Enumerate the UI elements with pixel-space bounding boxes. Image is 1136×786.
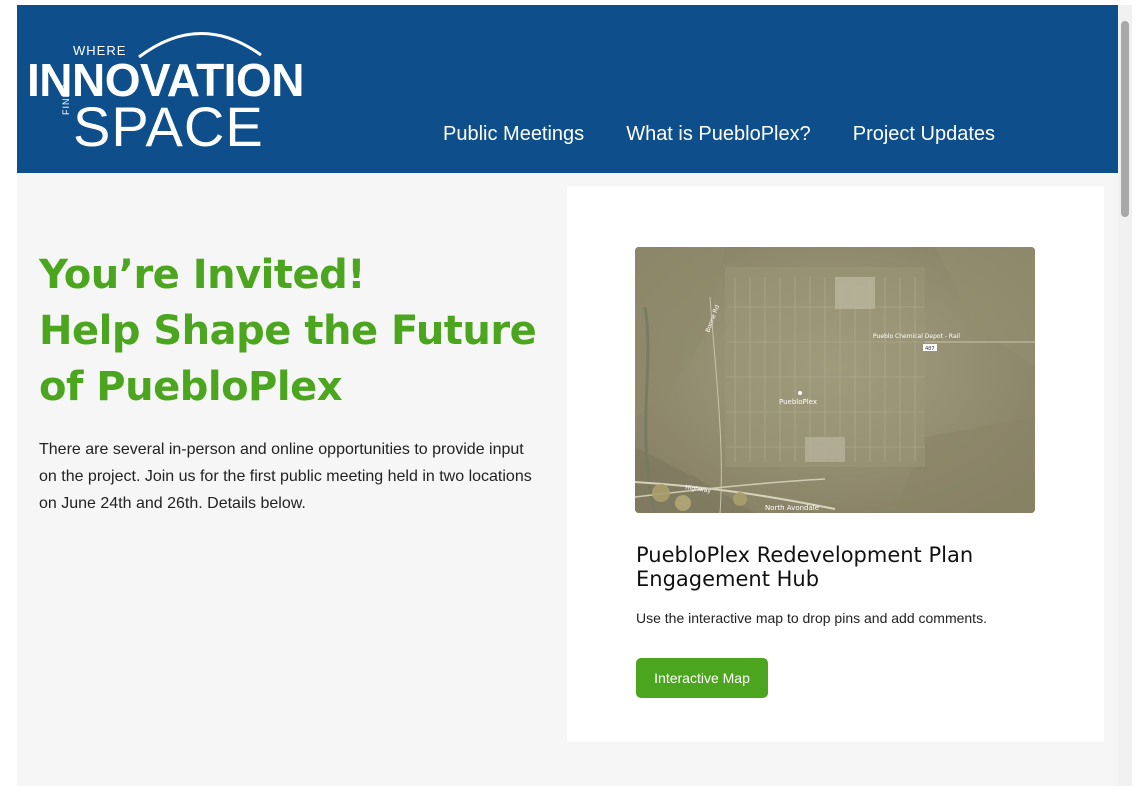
hero-title-line-3: of PuebloPlex	[39, 364, 343, 410]
hero-title: You’re Invited! Help Shape the Future of…	[39, 247, 559, 415]
site-logo[interactable]: WHERE INNOVATION FINDS SPACE	[27, 23, 317, 158]
vertical-scrollbar[interactable]	[1118, 5, 1132, 786]
main-nav: Public Meetings What is PuebloPlex? Proj…	[443, 123, 1037, 146]
nav-public-meetings[interactable]: Public Meetings	[443, 123, 584, 146]
logo-finds-text: FINDS	[61, 83, 71, 115]
hero-title-line-1: You’re Invited!	[39, 252, 366, 298]
page-viewport: WHERE INNOVATION FINDS SPACE Public Meet…	[17, 5, 1118, 786]
scrollbar-thumb[interactable]	[1121, 21, 1129, 217]
card-title: PuebloPlex Redevelopment Plan Engagement…	[636, 543, 974, 591]
engagement-hub-card: Pueblo Chemical Depot - Rail 487 PuebloP…	[567, 186, 1104, 742]
nav-what-is-puebloplex[interactable]: What is PuebloPlex?	[626, 123, 811, 146]
map-label-route: 487	[925, 346, 935, 352]
card-description: Use the interactive map to drop pins and…	[636, 610, 987, 626]
map-label-puebloplex: PuebloPlex	[779, 398, 817, 406]
map-label-depot: Pueblo Chemical Depot - Rail	[873, 333, 960, 340]
hero-description: There are several in-person and online o…	[39, 441, 532, 512]
aerial-map-illustration: Pueblo Chemical Depot - Rail 487 PuebloP…	[635, 247, 1035, 513]
logo-space-text: SPACE	[73, 95, 264, 158]
nav-project-updates[interactable]: Project Updates	[853, 123, 995, 146]
hero-title-line-2: Help Shape the Future	[39, 308, 537, 354]
interactive-map-button[interactable]: Interactive Map	[636, 658, 768, 698]
map-label-north-avondale: North Avondale	[765, 504, 819, 512]
aerial-map-image[interactable]: Pueblo Chemical Depot - Rail 487 PuebloP…	[635, 247, 1035, 513]
site-header: WHERE INNOVATION FINDS SPACE Public Meet…	[17, 5, 1118, 173]
